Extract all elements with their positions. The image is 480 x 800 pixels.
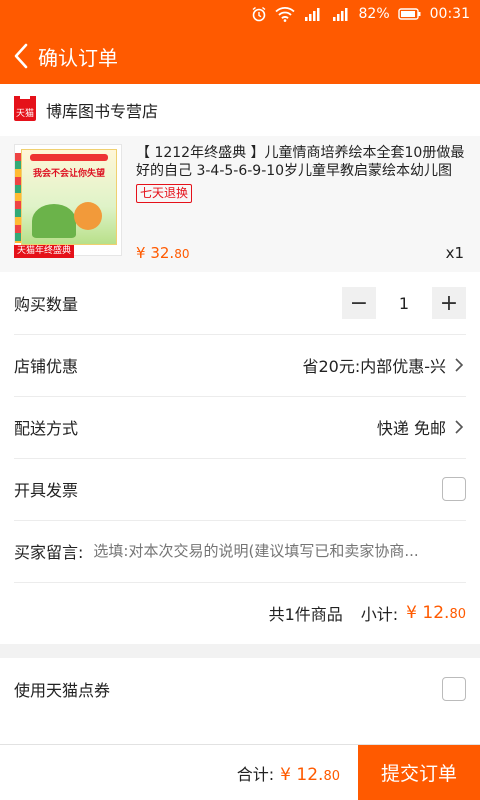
quantity-value[interactable]: 1 (384, 294, 424, 313)
submit-order-button[interactable]: 提交订单 (358, 744, 480, 800)
title-bar: 确认订单 (0, 28, 480, 84)
subtotal-price: ¥ 12.80 (406, 603, 466, 623)
cover-title: 我会不会让你失望 (32, 169, 105, 179)
item-count: 共1件商品 (268, 605, 343, 624)
shop-row[interactable]: 天猫 博库图书专营店 (0, 84, 480, 136)
shop-discount-label: 店铺优惠 (14, 357, 79, 376)
order-options: 购买数量 − 1 + 店铺优惠 省20元:内部优惠-兴 配送方式 快递 免邮 开… (0, 272, 480, 644)
shop-discount-value: 省20元:内部优惠-兴 (302, 357, 446, 376)
delivery-label: 配送方式 (14, 419, 79, 438)
quantity-stepper: − 1 + (342, 287, 466, 319)
coupon-checkbox[interactable] (442, 677, 466, 701)
checkout-bar: 合计: ¥ 12.80 提交订单 (0, 744, 480, 800)
product-quantity: x1 (445, 244, 464, 262)
battery-percent: 82% (358, 6, 390, 22)
invoice-row: 开具发票 (0, 458, 480, 520)
page-title: 确认订单 (38, 45, 118, 70)
promo-ribbon: 天猫年终盛典 (14, 245, 74, 258)
product-image: 我会不会让你失望 (14, 144, 122, 256)
buy-quantity-label: 购买数量 (14, 295, 79, 314)
section-divider (0, 644, 480, 658)
decrease-button[interactable]: − (342, 287, 376, 319)
total-price: ¥ 12.80 (280, 764, 340, 785)
coupon-label: 使用天猫点券 (14, 681, 111, 700)
message-label: 买家留言: (14, 543, 84, 562)
buy-quantity-row: 购买数量 − 1 + (0, 272, 480, 334)
signal-icon-2 (331, 6, 351, 22)
message-row: 买家留言: (0, 520, 480, 582)
coupon-row: 使用天猫点券 (0, 658, 480, 720)
chevron-right-icon (452, 358, 466, 372)
increase-button[interactable]: + (432, 287, 466, 319)
back-button[interactable] (6, 36, 36, 76)
product-title: 【 1212年终盛典 】儿童情商培养绘本全套10册做最好的自己 3-4-5-6-… (136, 145, 465, 179)
invoice-checkbox[interactable] (442, 477, 466, 501)
product-item[interactable]: 我会不会让你失望 天猫年终盛典 【 1212年终盛典 】儿童情商培养绘本全套10… (0, 136, 480, 272)
wifi-icon (274, 6, 295, 22)
delivery-value: 快递 免邮 (376, 419, 446, 438)
return-policy-badge: 七天退换 (136, 184, 193, 203)
clock: 00:31 (429, 6, 470, 22)
status-bar: 82% 00:31 (0, 0, 480, 28)
buyer-message-input[interactable] (93, 542, 444, 560)
summary-row: 共1件商品 小计: ¥ 12.80 (0, 582, 480, 644)
order-total: 合计: ¥ 12.80 (237, 761, 340, 785)
alarm-icon (251, 6, 267, 22)
shop-discount-row[interactable]: 店铺优惠 省20元:内部优惠-兴 (0, 334, 480, 396)
total-label: 合计: (236, 764, 275, 784)
invoice-label: 开具发票 (14, 481, 79, 500)
chevron-left-icon (14, 43, 28, 69)
shop-name: 博库图书专营店 (46, 102, 159, 121)
chevron-right-icon (452, 420, 466, 434)
subtotal-label: 小计: (360, 605, 399, 624)
tmall-logo-icon: 天猫 (14, 96, 36, 121)
battery-icon (397, 7, 422, 21)
product-price: ¥ 32.80 (136, 244, 190, 262)
delivery-row[interactable]: 配送方式 快递 免邮 (0, 396, 480, 458)
signal-icon (303, 6, 323, 22)
